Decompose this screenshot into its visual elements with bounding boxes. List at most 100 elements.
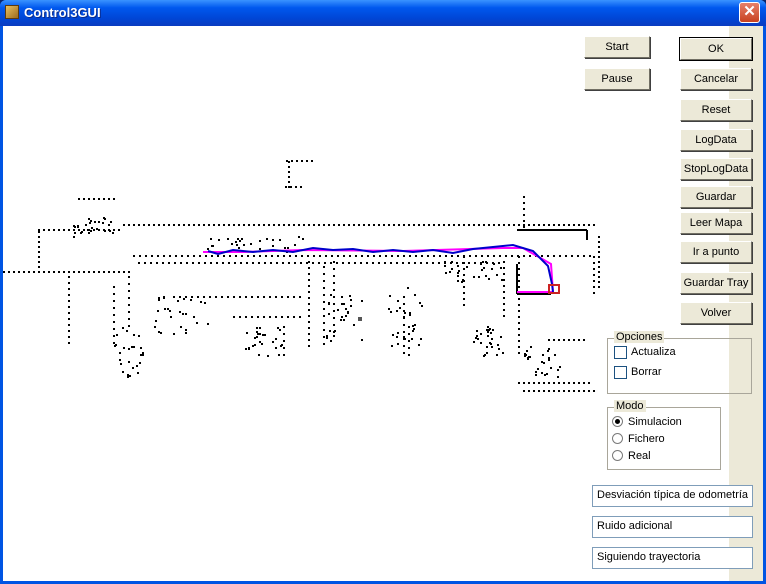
map-point (137, 372, 139, 374)
map-point (563, 390, 565, 392)
map-point (28, 271, 30, 273)
map-point (523, 255, 525, 257)
status-field[interactable]: Siguiendo trayectoria (592, 547, 753, 569)
map-point (333, 261, 335, 263)
map-point (541, 361, 543, 363)
map-point (43, 229, 45, 231)
map-point (513, 224, 515, 226)
map-point (433, 224, 435, 226)
map-point (68, 294, 70, 296)
map-point (523, 382, 525, 384)
map-point (337, 309, 339, 311)
window: Control3GUI ✕ Start Pause OK Cancelar Re… (0, 0, 766, 584)
map-point (300, 186, 302, 188)
map-point (112, 232, 114, 234)
opciones-group: Opciones (607, 331, 752, 394)
map-point (473, 341, 475, 343)
guardar-mapa-button[interactable]: Guardar Mapa (680, 186, 752, 223)
map-point (553, 390, 555, 392)
map-point (128, 318, 130, 320)
map-point (323, 322, 325, 324)
map-point (169, 255, 171, 257)
map-point (488, 278, 490, 280)
map-point (578, 382, 580, 384)
map-point (541, 255, 543, 257)
map-point (559, 366, 561, 368)
map-point (277, 255, 279, 257)
volver-button[interactable]: Volver (680, 302, 752, 324)
ir-a-punto-button[interactable]: Ir a punto (680, 241, 752, 263)
map-point (142, 354, 144, 356)
map-point (170, 316, 172, 318)
actualiza-checkbox[interactable] (614, 346, 627, 359)
map-point (128, 290, 130, 292)
pause-button[interactable]: Pause (584, 68, 650, 90)
map-point (563, 224, 565, 226)
map-point (319, 255, 321, 257)
map-point (237, 238, 239, 240)
borrar-label: Borrar (631, 366, 662, 378)
map-point (360, 262, 362, 264)
map-point (243, 224, 245, 226)
start-button[interactable]: Start (584, 36, 650, 58)
ok-button[interactable]: OK (679, 37, 753, 61)
map-point (98, 229, 100, 231)
map-point (68, 324, 70, 326)
map-point (334, 330, 336, 332)
map-point (593, 390, 595, 392)
map-point (241, 238, 243, 240)
map-point (173, 224, 175, 226)
map-point (500, 267, 502, 269)
map-point (403, 324, 405, 326)
map-point (263, 296, 265, 298)
map-point (323, 315, 325, 317)
map-point (577, 255, 579, 257)
odometry-deviation-field[interactable]: Desviación típica de odometría (592, 485, 753, 507)
map-point (287, 316, 289, 318)
map-point (217, 255, 219, 257)
map-point (403, 255, 405, 257)
map-point (293, 316, 295, 318)
map-point (518, 298, 520, 300)
map-point (283, 255, 285, 257)
map-point (500, 336, 502, 338)
map-point (481, 255, 483, 257)
stoplogdata-button[interactable]: StopLogData (680, 158, 752, 180)
map-point (468, 224, 470, 226)
map-point (538, 382, 540, 384)
reset-button[interactable]: Reset (680, 99, 752, 121)
map-point (518, 304, 520, 306)
simulacion-radio[interactable] (612, 416, 623, 427)
map-point (409, 312, 411, 314)
map-point (98, 198, 100, 200)
additional-noise-field[interactable]: Ruido adicional (592, 516, 753, 538)
map-point (80, 232, 82, 234)
leer-mapa-button[interactable]: Leer Mapa (680, 212, 752, 234)
cancelar-button[interactable]: Cancelar (680, 68, 752, 90)
map-point (215, 296, 217, 298)
map-point (463, 304, 465, 306)
map-point (415, 255, 417, 257)
map-point (301, 160, 303, 162)
map-point (403, 336, 405, 338)
map-point (443, 224, 445, 226)
real-radio[interactable] (612, 450, 623, 461)
map-point (439, 255, 441, 257)
map-point (138, 335, 140, 337)
guardar-tray-button[interactable]: Guardar Tray (680, 272, 752, 294)
map-point (392, 334, 394, 336)
map-point (126, 330, 128, 332)
title-bar[interactable]: Control3GUI ✕ (0, 0, 766, 26)
map-point (48, 271, 50, 273)
map-point (162, 262, 164, 264)
close-button[interactable]: ✕ (739, 2, 760, 23)
map-point (518, 352, 520, 354)
map-point (523, 224, 525, 226)
map-point (78, 229, 80, 231)
map-point (402, 262, 404, 264)
fichero-radio[interactable] (612, 433, 623, 444)
borrar-checkbox[interactable] (614, 366, 627, 379)
map-point (414, 324, 416, 326)
logdata-button[interactable]: LogData (680, 129, 752, 151)
map-point (503, 303, 505, 305)
